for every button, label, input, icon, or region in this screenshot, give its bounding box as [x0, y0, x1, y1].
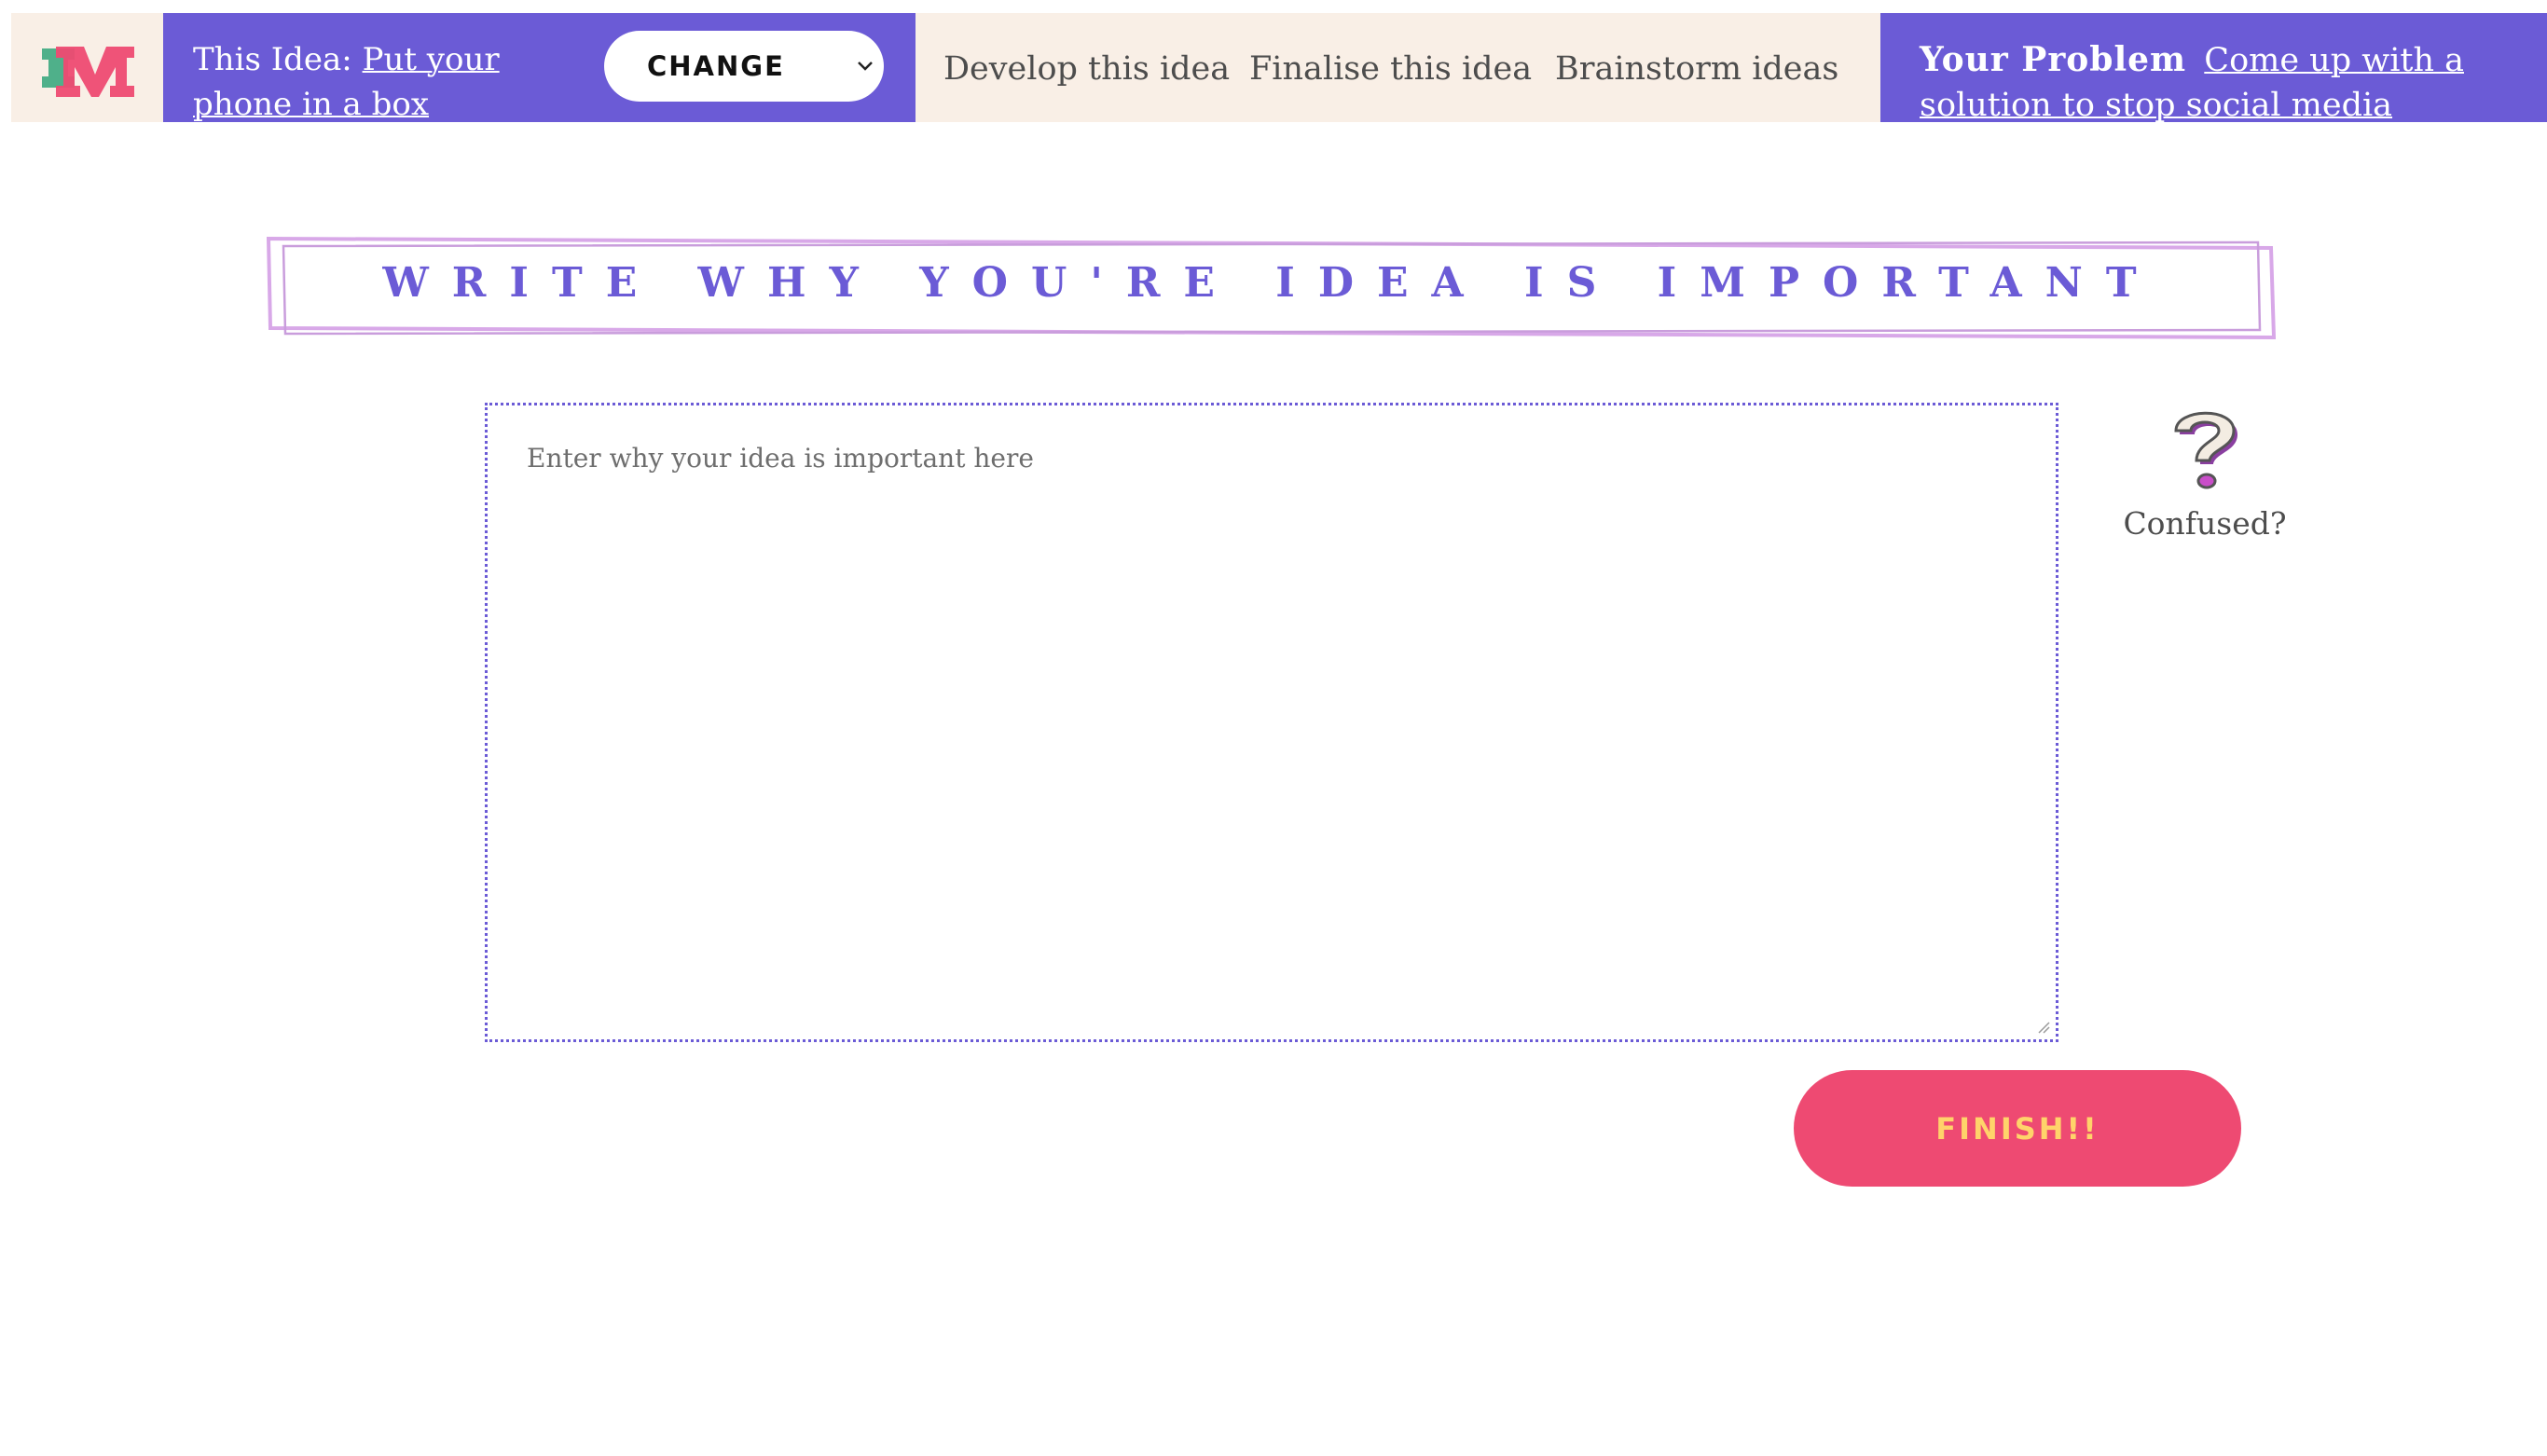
nav-link-develop[interactable]: Develop this idea [943, 50, 1230, 88]
current-idea-text: This Idea: Put your phone in a box [193, 37, 594, 127]
problem-text: Your Problem Come up with a solution to … [1920, 37, 2547, 122]
current-idea-panel: This Idea: Put your phone in a box CHANG… [163, 13, 916, 123]
textarea-placeholder: Enter why your idea is important here [527, 443, 1034, 474]
help-button[interactable]: Confused? [2116, 403, 2293, 552]
page-title-frame: Write why you're idea is important [267, 235, 2276, 341]
app-logo[interactable] [37, 34, 149, 101]
page-title: Write why you're idea is important [382, 259, 2160, 307]
change-idea-select[interactable]: CHANGE [604, 31, 884, 102]
importance-textarea[interactable]: Enter why your idea is important here [485, 403, 2058, 1042]
nav-link-brainstorm[interactable]: Brainstorm ideas [1555, 50, 1838, 88]
resize-handle-icon[interactable] [2035, 1019, 2050, 1034]
change-select-label: CHANGE [647, 50, 785, 82]
question-mark-icon [2174, 411, 2237, 489]
problem-label: Your Problem [1920, 40, 2187, 79]
help-label: Confused? [2123, 505, 2287, 542]
finish-button[interactable]: FINISH!! [1794, 1070, 2241, 1187]
chevron-down-icon [858, 62, 873, 71]
top-navigation-bar: This Idea: Put your phone in a box CHANG… [11, 13, 2547, 123]
idea-prefix: This Idea: [193, 41, 352, 78]
problem-panel: Your Problem Come up with a solution to … [1880, 13, 2547, 122]
nav-link-finalise[interactable]: Finalise this idea [1249, 50, 1532, 88]
